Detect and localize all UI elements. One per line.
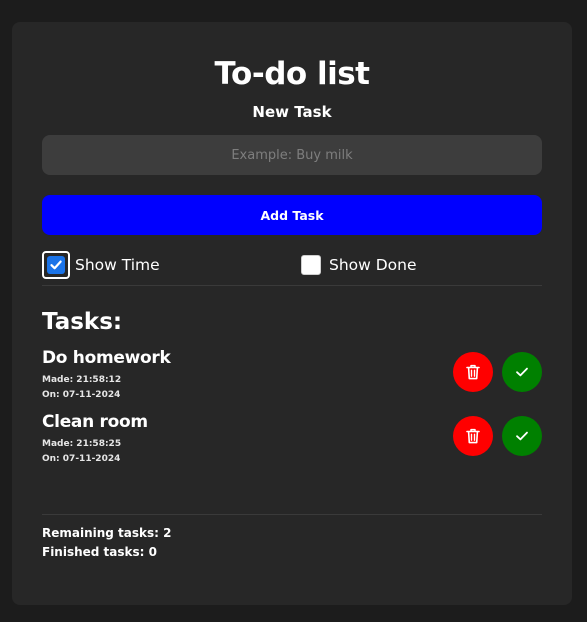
show-done-option[interactable]: Show Done — [301, 253, 417, 277]
complete-task-button[interactable] — [502, 352, 542, 392]
add-task-button[interactable]: Add Task — [42, 195, 542, 235]
todo-card: To-do list New Task Add Task Show Time S… — [12, 22, 572, 605]
tasks-heading: Tasks: — [42, 309, 123, 335]
new-task-input[interactable] — [42, 135, 542, 175]
show-time-label: Show Time — [75, 256, 160, 274]
task-made-date: On: 07-11-2024 — [42, 454, 121, 464]
check-icon — [516, 431, 528, 441]
complete-task-button[interactable] — [502, 416, 542, 456]
task-name: Do homework — [42, 348, 171, 368]
trash-icon — [466, 364, 480, 380]
task-made-date: On: 07-11-2024 — [42, 390, 121, 400]
check-icon — [516, 367, 528, 377]
finished-tasks-count: Finished tasks: 0 — [42, 545, 157, 559]
task-item: Clean room Made: 21:58:25 On: 07-11-2024 — [42, 412, 542, 468]
delete-task-button[interactable] — [453, 352, 493, 392]
task-item: Do homework Made: 21:58:12 On: 07-11-202… — [42, 348, 542, 404]
remaining-tasks-count: Remaining tasks: 2 — [42, 526, 172, 540]
show-done-label: Show Done — [329, 256, 417, 274]
trash-icon — [466, 428, 480, 444]
delete-task-button[interactable] — [453, 416, 493, 456]
show-time-option[interactable]: Show Time — [42, 251, 160, 279]
page-title: To-do list — [214, 56, 371, 92]
task-name: Clean room — [42, 412, 148, 432]
task-made-time: Made: 21:58:12 — [42, 375, 122, 385]
show-time-checkbox[interactable] — [42, 251, 70, 279]
divider — [42, 514, 542, 515]
show-done-checkbox[interactable] — [301, 255, 321, 275]
task-made-time: Made: 21:58:25 — [42, 439, 122, 449]
new-task-heading: New Task — [252, 103, 332, 121]
divider — [42, 285, 542, 286]
checkmark-icon — [50, 260, 62, 270]
